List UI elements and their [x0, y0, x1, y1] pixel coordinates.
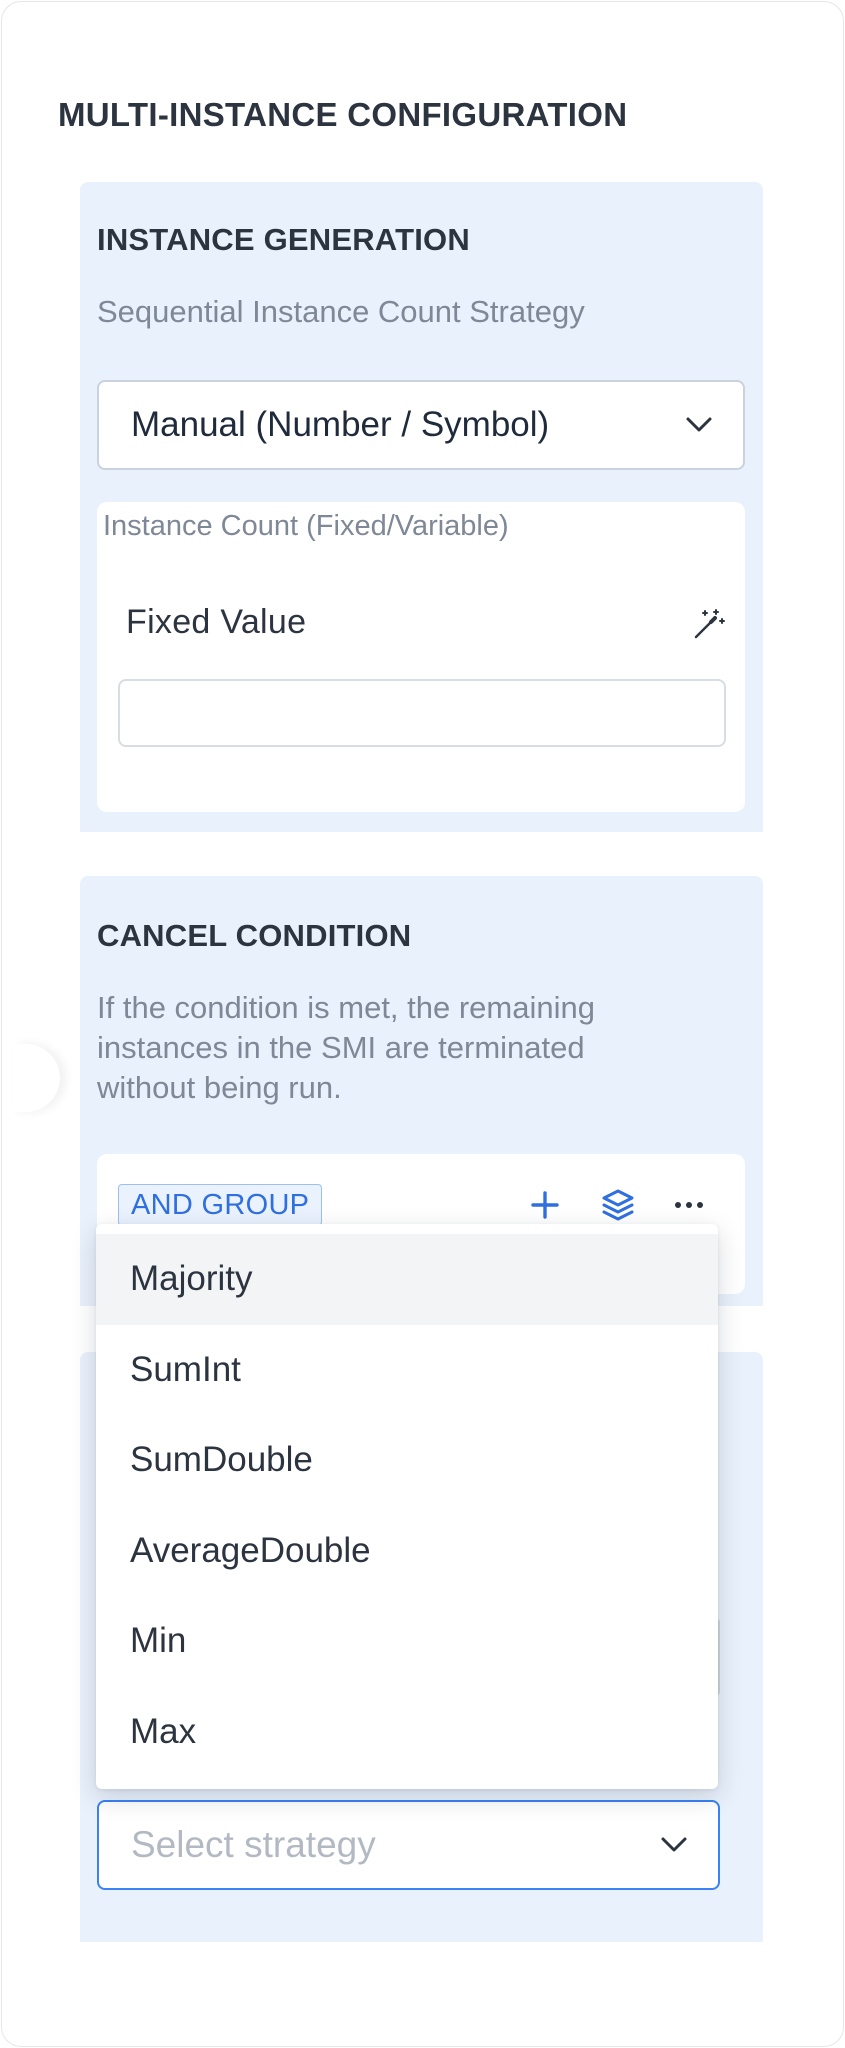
layers-icon[interactable]: [600, 1187, 636, 1223]
more-horizontal-icon[interactable]: [671, 1187, 707, 1223]
cancel-condition-description-line-2: instances in the SMI are terminated: [97, 1030, 585, 1065]
instance-generation-title: INSTANCE GENERATION: [97, 222, 470, 257]
instance-count-label: Instance Count (Fixed/Variable): [103, 510, 509, 542]
strategy-dropdown-menu: Majority SumInt SumDouble AverageDouble …: [96, 1224, 718, 1789]
cancel-condition-description-line-3: without being run.: [97, 1070, 342, 1105]
section-title: MULTI-INSTANCE CONFIGURATION: [58, 96, 628, 133]
instance-count-card: Instance Count (Fixed/Variable) Fixed Va…: [97, 502, 745, 812]
plus-icon[interactable]: [527, 1187, 563, 1223]
fixed-value-input[interactable]: [118, 679, 726, 747]
strategy-placeholder: Select strategy: [131, 1824, 376, 1865]
instance-generation-panel: INSTANCE GENERATION Sequential Instance …: [80, 182, 763, 832]
config-panel: MULTI-INSTANCE CONFIGURATION INSTANCE GE…: [1, 1, 844, 2047]
option-majority[interactable]: Majority: [96, 1234, 718, 1325]
count-strategy-value: Manual (Number / Symbol): [131, 405, 550, 444]
chevron-down-icon: [661, 1837, 687, 1852]
and-group-chip[interactable]: AND GROUP: [118, 1184, 323, 1226]
option-max[interactable]: Max: [96, 1687, 718, 1778]
count-strategy-select[interactable]: Manual (Number / Symbol): [97, 380, 745, 470]
fixed-value-label: Fixed Value: [126, 603, 307, 641]
option-sumdouble[interactable]: SumDouble: [96, 1415, 718, 1506]
option-sumint[interactable]: SumInt: [96, 1325, 718, 1416]
option-min[interactable]: Min: [96, 1596, 718, 1687]
chevron-down-icon: [686, 417, 712, 432]
strategy-select[interactable]: Select strategy: [97, 1800, 720, 1890]
cancel-condition-title: CANCEL CONDITION: [97, 918, 412, 953]
instance-generation-subtitle: Sequential Instance Count Strategy: [97, 294, 585, 329]
cancel-condition-description-line-1: If the condition is met, the remaining: [97, 990, 595, 1025]
side-collapse-handle[interactable]: [12, 1044, 60, 1112]
magic-wand-icon[interactable]: [691, 607, 725, 641]
option-averagedouble[interactable]: AverageDouble: [96, 1506, 718, 1597]
